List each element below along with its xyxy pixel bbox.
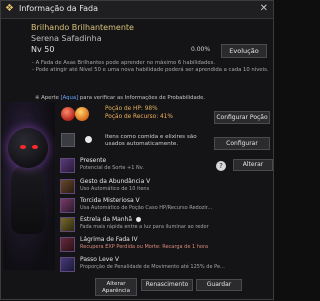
fairy-title: Brilhando Brilhantemente [31,23,134,32]
ability-name-text: Estrela da Manhã [80,216,133,223]
cheer-icon [60,198,75,213]
probability-note: ※ Aperte [Aqua] para verificar as Inform… [35,95,271,101]
ability-desc: Proporção de Penalidade de Movimento até… [80,264,225,270]
ability-name: Torcida Misteriosa V [80,197,140,204]
ability-name: Presente [80,157,107,164]
ability-desc: Recupera EXP Perdida ou Morte: Recarga d… [80,244,209,250]
hp-potion-icon [61,107,75,121]
resource-potion-icon [75,107,89,121]
save-button[interactable]: Guardar [196,279,242,291]
title-bar[interactable]: ❖ Informação da Fada ✕ [1,1,273,19]
ability-desc: Potencial de Sorte +1 Nv. [80,165,144,171]
help-icon[interactable]: ? [216,161,226,171]
alter-appearance-button[interactable]: Alterar Aparência [95,278,137,296]
fairy-info-window: ❖ Informação da Fada ✕ Brilhando Brilhan… [0,0,274,300]
bag-icon [61,133,75,147]
ability-name: Gesto da Abundância V [80,178,151,185]
morning-star-icon [60,217,75,232]
fairy-name: Serena Safadinha [31,34,102,43]
ability-item[interactable]: Passo Leve V Proporção de Penalidade de … [58,256,272,274]
window-title: Informação da Fada [19,4,98,13]
hp-potion-text: Poção de HP: 98% [105,106,158,112]
ability-desc: Usa Automático de Poção Caso HP/Recurso … [80,205,213,211]
fairy-description: - A Fada de Asas Brilhantes pode aprende… [32,60,270,94]
ability-item[interactable]: Lágrima de Fada IV Recupera EXP Perdida … [58,236,272,254]
resource-potion-text: Poção de Recurso: 41% [105,114,173,120]
ability-item[interactable]: Gesto da Abundância V Uso Automático de … [58,178,272,196]
fairy-tear-icon [60,237,75,252]
rename-button[interactable]: Renascimento [141,279,193,291]
configure-items-button[interactable]: Configurar [214,137,270,150]
auto-items-text: Itens como comida e elixires são usados … [105,134,197,147]
fairy-icon: ❖ [5,3,14,14]
alter-ability-button[interactable]: Alterar [233,159,273,171]
potion-stats: Poção de HP: 98% Poção de Recurso: 41% [105,105,173,121]
ability-toggle[interactable] [136,217,142,222]
probability-key-link[interactable]: [Aqua] [61,95,79,101]
ability-desc: Uso Automático de 10 itens [80,186,150,192]
ability-name: Passo Leve V [80,256,120,263]
fairy-level: Nv 50 [31,45,55,54]
ability-name: Lágrima de Fada IV [80,236,138,243]
fairy-portrait [3,102,55,270]
ability-item[interactable]: Torcida Misteriosa V Usa Automático de P… [58,197,272,215]
probability-prefix: ※ Aperte [35,95,61,101]
auto-items-toggle[interactable] [85,136,92,143]
description-text: - A Fada de Asas Brilhantes pode aprende… [32,60,269,73]
close-icon[interactable]: ✕ [260,3,268,15]
abundance-icon [60,179,75,194]
ability-name: Estrela da Manhã [80,216,142,223]
gift-icon [60,158,75,173]
light-step-icon [60,257,75,272]
level-percent: 0.00% [191,46,211,53]
probability-suffix: para verificar as Informações de Probabi… [78,95,206,101]
configure-potion-button[interactable]: Configurar Poção [214,111,270,124]
ability-desc: Fada mais rápida entre a luz para ilumin… [80,224,209,230]
evolution-button[interactable]: Evolução [221,44,267,58]
ability-item[interactable]: Estrela da Manhã Fada mais rápida entre … [58,216,272,234]
